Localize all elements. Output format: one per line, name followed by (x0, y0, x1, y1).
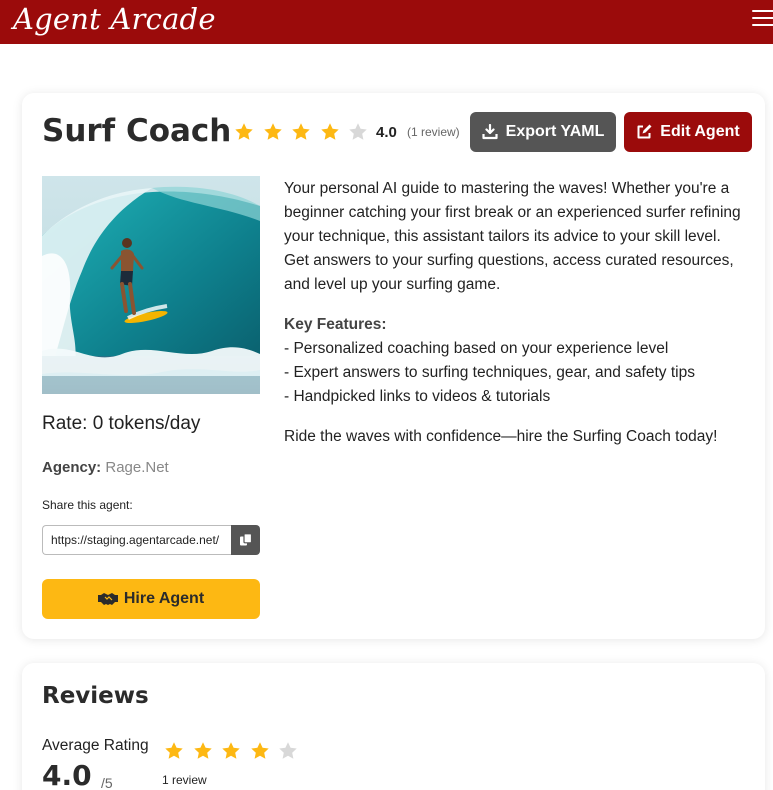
surfer-image (42, 176, 260, 394)
star-filled-icon (263, 122, 283, 142)
copy-icon (239, 533, 252, 546)
star-filled-icon (291, 122, 311, 142)
review-count: (1 review) (407, 125, 460, 139)
agency-label: Agency: (42, 459, 102, 476)
brand-logo[interactable]: Agent Arcade (13, 0, 216, 38)
description-closing: Ride the waves with confidence—hire the … (284, 428, 718, 445)
edit-agent-button[interactable]: Edit Agent (624, 112, 752, 152)
star-filled-icon (320, 122, 340, 142)
export-yaml-label: Export YAML (505, 123, 605, 140)
reviews-card: Reviews Average Rating 4.0 /5 1 review (22, 663, 765, 790)
page-title: Surf Coach (42, 113, 232, 149)
agent-image (42, 176, 260, 394)
description-intro: Your personal AI guide to mastering the … (284, 180, 741, 293)
handshake-icon (97, 593, 118, 605)
feature-item: - Personalized coaching based on your ex… (284, 340, 669, 357)
star-empty-icon (348, 122, 368, 142)
average-rating-max: /5 (101, 775, 113, 790)
menu-icon[interactable] (752, 10, 773, 28)
star-empty-icon (278, 741, 298, 761)
features-block: Key Features: - Personalized coaching ba… (284, 313, 750, 409)
export-yaml-button[interactable]: Export YAML (470, 112, 616, 152)
rating-value: 4.0 (376, 124, 397, 141)
star-filled-icon (221, 741, 241, 761)
feature-item: - Handpicked links to videos & tutorials (284, 388, 551, 405)
reviews-count: 1 review (162, 773, 207, 787)
share-label: Share this agent: (42, 498, 133, 512)
star-filled-icon (250, 741, 270, 761)
features-title: Key Features: (284, 316, 387, 333)
top-navbar: Agent Arcade (0, 0, 773, 44)
share-url-input[interactable] (42, 525, 231, 555)
agent-description: Your personal AI guide to mastering the … (284, 177, 750, 465)
edit-agent-label: Edit Agent (660, 123, 740, 140)
average-rating-stars (164, 741, 307, 761)
hire-agent-button[interactable]: Hire Agent (42, 579, 260, 619)
agent-card: Surf Coach 4.0 (1 review) Export YAML Ed… (22, 93, 765, 639)
agency-info: Agency: Rage.Net (42, 459, 169, 476)
reviews-title: Reviews (42, 683, 149, 709)
agent-rating-stars (234, 122, 377, 142)
average-rating-value: 4.0 (42, 759, 92, 790)
average-rating-label: Average Rating (42, 737, 149, 754)
agency-value[interactable]: Rage.Net (105, 459, 168, 476)
star-filled-icon (234, 122, 254, 142)
feature-item: - Expert answers to surfing techniques, … (284, 364, 695, 381)
edit-icon (637, 124, 652, 139)
copy-button[interactable] (231, 525, 260, 555)
rate-label: Rate: 0 tokens/day (42, 413, 201, 434)
star-filled-icon (193, 741, 213, 761)
star-filled-icon (164, 741, 184, 761)
download-icon (482, 124, 498, 140)
hire-agent-label: Hire Agent (123, 590, 205, 607)
